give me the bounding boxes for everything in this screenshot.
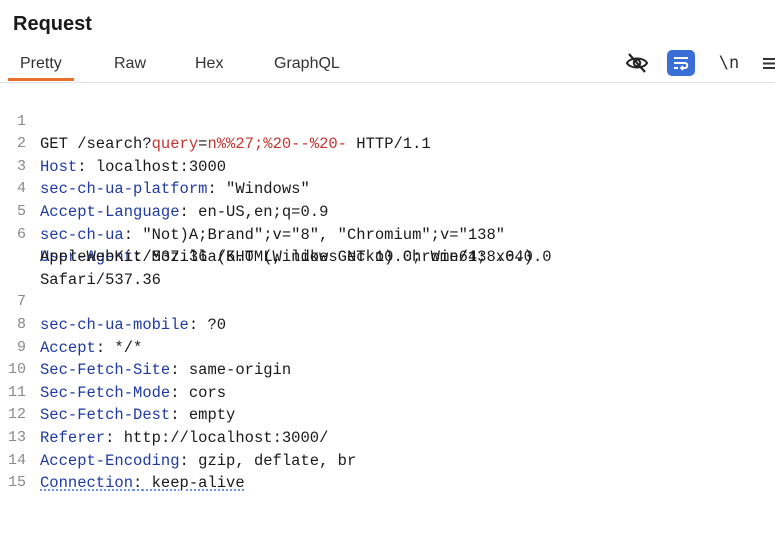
header-value: keep-alive [142, 474, 245, 493]
eye-slash-icon[interactable] [624, 50, 650, 76]
panel-title: Request [13, 13, 92, 35]
code-line-6: 6 User-Agent: Mozilla/5.0 (Windows NT 10… [0, 201, 775, 267]
code-line-3: 3 sec-ch-ua-platform: "Windows" [0, 133, 775, 199]
tab-hex[interactable]: Hex [195, 48, 223, 80]
tab-raw[interactable]: Raw [114, 48, 146, 80]
tab-graphql[interactable]: GraphQL [274, 48, 340, 80]
code-line-1: 1 GET /search?query=n%%27;%20--%20- HTTP… [0, 88, 775, 154]
line-number: 15 [7, 474, 26, 492]
header-key: Connection [40, 474, 134, 493]
code-line-12: 12 Referer: http://localhost:3000/ [0, 382, 775, 447]
code-line-8: 8 Accept: */* [0, 291, 775, 357]
wrap-lines-icon[interactable] [667, 50, 695, 76]
header-line: Connection: keep-alive [40, 472, 245, 495]
tab-bar: Pretty Raw Hex GraphQL [0, 48, 775, 83]
request-editor[interactable]: 1 GET /search?query=n%%27;%20--%20- HTTP… [0, 88, 775, 493]
newline-toggle-button[interactable]: \n [718, 50, 740, 76]
code-line-2: 2 Host: localhost:3000 [0, 111, 775, 176]
code-line-4: 4 Accept-Language: en-US,en;q=0.9 [0, 156, 775, 221]
tab-pretty[interactable]: Pretty [8, 48, 74, 81]
code-line-13: 13 Accept-Encoding: gzip, deflate, br [0, 404, 775, 470]
code-line-6-wrap-2: Safari/537.36 [0, 246, 775, 289]
code-line-10: 10 Sec-Fetch-Mode: cors [0, 337, 775, 402]
code-line-14: 14 Connection: keep-alive [0, 427, 775, 493]
code-line-7: 7 sec-ch-ua-mobile: ?0 [0, 269, 775, 334]
code-line-15: 15 [0, 450, 775, 491]
header-colon: : [133, 474, 143, 493]
code-line-9: 9 Sec-Fetch-Site: same-origin [0, 314, 775, 380]
code-line-11: 11 Sec-Fetch-Dest: empty [0, 359, 775, 425]
hamburger-menu-icon[interactable] [760, 50, 775, 76]
code-line-5: 5 sec-ch-ua: "Not)A;Brand";v="8", "Chrom… [0, 178, 775, 244]
code-line-6-wrap-1: AppleWebKit/537.36 (KHTML, like Gecko) C… [0, 224, 775, 266]
